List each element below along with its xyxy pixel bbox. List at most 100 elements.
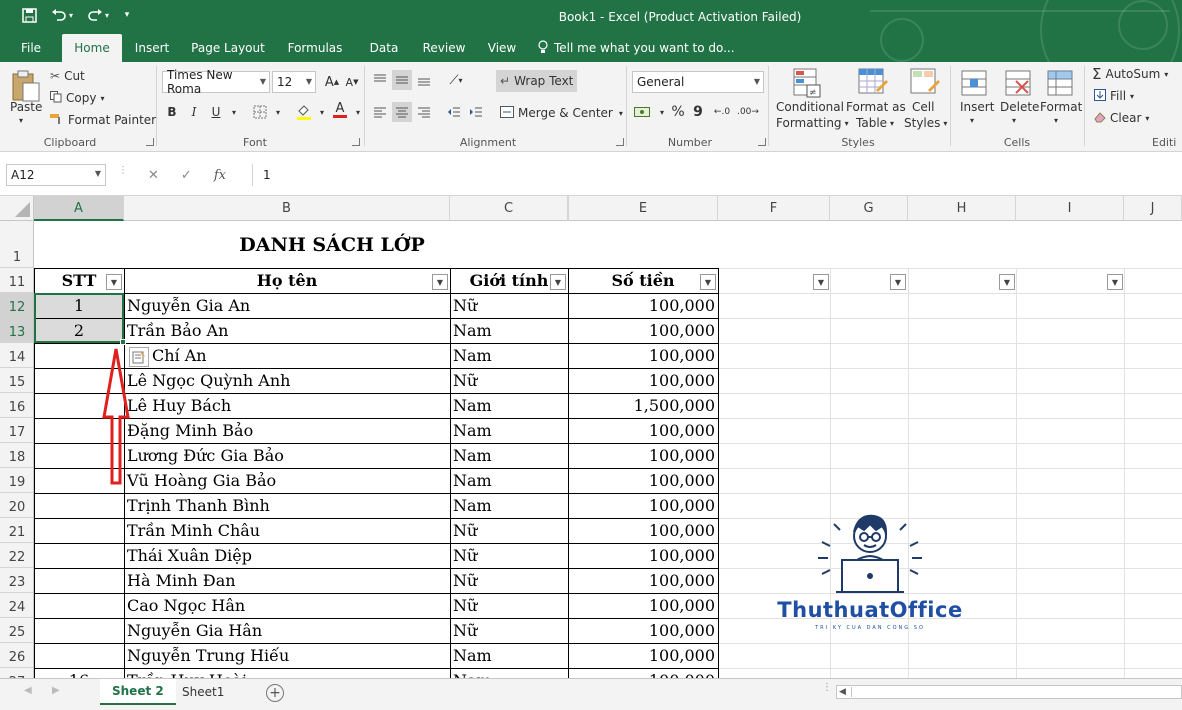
cell-styles-icon[interactable] bbox=[908, 66, 942, 100]
format-as-table-icon[interactable] bbox=[856, 66, 890, 100]
cell-amount[interactable]: 100,000 bbox=[568, 593, 718, 618]
scroll-left-icon[interactable]: ◀ bbox=[839, 687, 846, 697]
cell-gender[interactable]: Nữ bbox=[450, 618, 568, 643]
cell-gender[interactable]: Nam bbox=[450, 443, 568, 468]
cell-styles-label[interactable]: Cell bbox=[912, 100, 934, 114]
cell-gender[interactable]: Nữ bbox=[450, 593, 568, 618]
clear-button[interactable]: Clear ▾ bbox=[1094, 108, 1149, 128]
cell-name[interactable]: Đặng Minh Bảo bbox=[124, 418, 450, 443]
row-header[interactable]: 11 bbox=[0, 268, 33, 293]
select-all-corner[interactable] bbox=[0, 196, 34, 221]
row-header[interactable]: 14 bbox=[0, 343, 33, 368]
row-header[interactable]: 22 bbox=[0, 543, 33, 568]
chevron-down-icon[interactable]: ▼ bbox=[95, 169, 101, 178]
borders-dropdown-icon[interactable]: ▾ bbox=[268, 102, 288, 122]
cell-name[interactable]: Nguyễn Gia Hân bbox=[124, 618, 450, 643]
conditional-formatting-label-2[interactable]: Formatting ▾ bbox=[776, 116, 849, 130]
cell-gender[interactable]: Nữ bbox=[450, 293, 568, 318]
decrease-font-icon[interactable]: A ▼ bbox=[342, 72, 362, 92]
column-header-c[interactable]: C bbox=[450, 196, 568, 221]
row-header[interactable]: 19 bbox=[0, 468, 33, 493]
cell-name[interactable]: Trịnh Thanh Bình bbox=[124, 493, 450, 518]
cell-name[interactable]: Lê Ngọc Quỳnh Anh bbox=[124, 368, 450, 393]
cell-gender[interactable]: Nam bbox=[450, 418, 568, 443]
row-header[interactable]: 12 bbox=[0, 293, 33, 318]
increase-indent-icon[interactable] bbox=[466, 102, 486, 122]
splitter-handle-icon[interactable]: ⋮ bbox=[822, 683, 832, 693]
row-header[interactable]: 18 bbox=[0, 443, 33, 468]
increase-decimal-icon[interactable]: ←.0 bbox=[712, 102, 732, 122]
cell-gender[interactable]: Nam bbox=[450, 468, 568, 493]
paste-button[interactable]: Paste bbox=[10, 100, 42, 114]
tab-insert[interactable]: Insert bbox=[122, 34, 182, 62]
cell-gender[interactable]: Nam bbox=[450, 493, 568, 518]
scrollbar-thumb[interactable] bbox=[851, 687, 1101, 697]
sheet-tab-sheet1[interactable]: Sheet1 bbox=[170, 679, 236, 705]
cell-gender[interactable]: Nam bbox=[450, 318, 568, 343]
formula-input[interactable]: 1 bbox=[252, 164, 1182, 186]
header-amount[interactable]: Số tiền bbox=[568, 268, 718, 293]
prev-sheet-icon[interactable]: ◀ bbox=[24, 685, 32, 696]
row-header[interactable]: 26 bbox=[0, 643, 33, 668]
cell-stt[interactable] bbox=[34, 518, 124, 543]
align-center-icon[interactable] bbox=[392, 102, 412, 122]
cell-amount[interactable]: 100,000 bbox=[568, 568, 718, 593]
wrap-text-button[interactable]: ↵ Wrap Text bbox=[496, 70, 578, 92]
cell-gender[interactable]: Nữ bbox=[450, 543, 568, 568]
align-top-icon[interactable] bbox=[370, 70, 390, 90]
alignment-launcher-icon[interactable] bbox=[616, 138, 624, 146]
cell-name[interactable]: Trần Bảo An bbox=[124, 318, 450, 343]
column-header-e[interactable]: E bbox=[568, 196, 718, 221]
filter-dropdown-icon[interactable]: ▼ bbox=[700, 274, 716, 290]
cell-name[interactable]: Chí An bbox=[124, 343, 450, 368]
column-header-i[interactable]: I bbox=[1016, 196, 1124, 221]
bold-button[interactable]: B bbox=[162, 102, 182, 122]
underline-button[interactable]: U bbox=[206, 102, 226, 122]
drag-handle-icon[interactable]: ⋮ bbox=[118, 166, 128, 176]
cell-gender[interactable]: Nữ bbox=[450, 518, 568, 543]
filter-dropdown-icon[interactable]: ▼ bbox=[432, 274, 448, 290]
name-box[interactable]: A12 ▼ bbox=[6, 164, 106, 186]
row-header[interactable]: 1 bbox=[0, 221, 33, 268]
enter-icon[interactable]: ✓ bbox=[181, 168, 192, 183]
cell-gender[interactable]: Nam bbox=[450, 643, 568, 668]
format-as-table-label-2[interactable]: Table ▾ bbox=[856, 116, 894, 130]
cell-amount[interactable]: 100,000 bbox=[568, 293, 718, 318]
cell-amount[interactable]: 100,000 bbox=[568, 368, 718, 393]
merge-center-button[interactable]: Merge & Center ▾ bbox=[500, 102, 623, 124]
auto-fill-options-icon[interactable] bbox=[129, 347, 149, 367]
delete-cells-icon[interactable] bbox=[1002, 66, 1034, 100]
insert-dropdown-icon[interactable]: ▾ bbox=[970, 116, 974, 125]
row-header[interactable]: 13 bbox=[0, 318, 33, 343]
cell-name[interactable]: Nguyễn Trung Hiếu bbox=[124, 643, 450, 668]
format-painter-button[interactable]: Format Painter bbox=[50, 110, 156, 130]
cell-amount[interactable]: 100,000 bbox=[568, 468, 718, 493]
cell-amount[interactable]: 100,000 bbox=[568, 443, 718, 468]
decrease-decimal-icon[interactable]: .00→ bbox=[737, 102, 759, 122]
tab-view[interactable]: View bbox=[476, 34, 528, 62]
insert-function-icon[interactable]: fx bbox=[214, 168, 226, 183]
cell-stt[interactable]: 16 bbox=[34, 668, 124, 678]
filter-dropdown-icon[interactable]: ▼ bbox=[550, 274, 566, 290]
tell-me-box[interactable]: Tell me what you want to do... bbox=[528, 34, 749, 62]
cell-name[interactable]: Trần Minh Châu bbox=[124, 518, 450, 543]
filter-dropdown-icon[interactable]: ▼ bbox=[1107, 274, 1123, 290]
paste-dropdown-icon[interactable]: ▾ bbox=[19, 116, 23, 125]
underline-dropdown-icon[interactable]: ▾ bbox=[224, 102, 244, 122]
font-launcher-icon[interactable] bbox=[352, 138, 360, 146]
cell-name[interactable]: Vũ Hoàng Gia Bảo bbox=[124, 468, 450, 493]
fill-color-dropdown-icon[interactable]: ▾ bbox=[312, 102, 332, 122]
cut-button[interactable]: ✂ Cut bbox=[50, 66, 85, 86]
cell-stt[interactable] bbox=[34, 568, 124, 593]
filter-dropdown-icon[interactable]: ▼ bbox=[813, 274, 829, 290]
conditional-formatting-label[interactable]: Conditional bbox=[776, 100, 844, 114]
currency-icon[interactable] bbox=[632, 102, 652, 122]
cell-stt[interactable] bbox=[34, 543, 124, 568]
delete-dropdown-icon[interactable]: ▾ bbox=[1012, 116, 1016, 125]
column-header-a[interactable]: A bbox=[34, 196, 124, 221]
clipboard-launcher-icon[interactable] bbox=[146, 138, 154, 146]
format-cells-icon[interactable] bbox=[1044, 66, 1076, 100]
format-as-table-label[interactable]: Format as bbox=[846, 100, 906, 114]
row-header[interactable]: 25 bbox=[0, 618, 33, 643]
fill-color-icon[interactable] bbox=[294, 102, 314, 122]
